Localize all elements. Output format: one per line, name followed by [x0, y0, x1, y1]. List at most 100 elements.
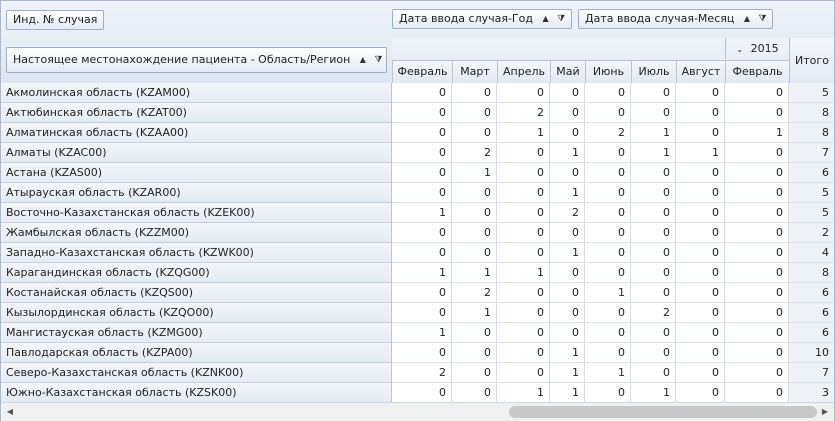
- row-header-region[interactable]: Мангистауская область (KZMG00): [1, 323, 392, 343]
- row-header-region[interactable]: Атырауская область (KZAR00): [1, 183, 392, 203]
- data-cell[interactable]: 0: [585, 143, 631, 163]
- data-cell[interactable]: 1: [550, 383, 585, 403]
- data-cell[interactable]: 0: [550, 303, 585, 323]
- data-cell[interactable]: 2: [392, 363, 452, 383]
- data-cell[interactable]: 0: [392, 303, 452, 323]
- data-cell[interactable]: 0: [631, 283, 676, 303]
- row-header-region[interactable]: Алматинская область (KZAA00): [1, 123, 392, 143]
- data-cell[interactable]: 0: [676, 263, 725, 283]
- horizontal-scrollbar[interactable]: ◀ ▶: [1, 402, 834, 421]
- month-header[interactable]: Июль: [631, 60, 676, 83]
- row-header-region[interactable]: Западно-Казахстанская область (KZWK00): [1, 243, 392, 263]
- row-header-region[interactable]: Алматы (KZAC00): [1, 143, 392, 163]
- month-header[interactable]: Апрель: [497, 60, 550, 83]
- data-cell[interactable]: 0: [676, 103, 725, 123]
- data-cell[interactable]: 0: [725, 183, 789, 203]
- data-cell[interactable]: 0: [497, 183, 550, 203]
- data-cell[interactable]: 1: [550, 183, 585, 203]
- data-cell[interactable]: 1: [452, 263, 497, 283]
- sort-asc-icon[interactable]: ▲: [360, 48, 366, 72]
- data-cell[interactable]: 0: [725, 223, 789, 243]
- row-field-chip[interactable]: Настоящее местонахождение пациента - Обл…: [6, 47, 387, 73]
- data-cell[interactable]: 2: [585, 123, 631, 143]
- data-cell[interactable]: 0: [497, 143, 550, 163]
- data-cell[interactable]: 0: [392, 103, 452, 123]
- data-cell[interactable]: 0: [631, 243, 676, 263]
- data-cell[interactable]: 0: [631, 343, 676, 363]
- row-total-cell[interactable]: 7: [789, 363, 834, 383]
- data-cell[interactable]: 1: [585, 363, 631, 383]
- data-cell[interactable]: 0: [725, 243, 789, 263]
- row-total-cell[interactable]: 5: [789, 203, 834, 223]
- data-field-chip[interactable]: Инд. № случая: [6, 10, 105, 30]
- month-header[interactable]: Февраль: [392, 60, 452, 83]
- data-cell[interactable]: 1: [725, 123, 789, 143]
- data-cell[interactable]: 0: [585, 103, 631, 123]
- data-cell[interactable]: 0: [631, 363, 676, 383]
- month-header[interactable]: Март: [452, 60, 497, 83]
- data-cell[interactable]: 0: [676, 363, 725, 383]
- data-cell[interactable]: 0: [392, 123, 452, 143]
- data-cell[interactable]: 1: [550, 243, 585, 263]
- row-total-cell[interactable]: 4: [789, 243, 834, 263]
- row-header-region[interactable]: Жамбылская область (KZZM00): [1, 223, 392, 243]
- data-cell[interactable]: 0: [452, 343, 497, 363]
- row-total-cell[interactable]: 7: [789, 143, 834, 163]
- row-total-cell[interactable]: 6: [789, 323, 834, 343]
- data-cell[interactable]: 0: [452, 123, 497, 143]
- data-cell[interactable]: 1: [497, 263, 550, 283]
- data-cell[interactable]: 0: [452, 103, 497, 123]
- data-cell[interactable]: 0: [585, 303, 631, 323]
- collapse-chevron-icon[interactable]: ⌄: [736, 45, 743, 54]
- data-cell[interactable]: 0: [392, 143, 452, 163]
- data-cell[interactable]: 0: [676, 123, 725, 143]
- data-cell[interactable]: 0: [631, 223, 676, 243]
- row-header-region[interactable]: Южно-Казахстанская область (KZSK00): [1, 383, 392, 403]
- sort-asc-icon[interactable]: ▲: [744, 10, 750, 28]
- year-header[interactable]: ⌄ 2015: [725, 38, 789, 59]
- data-cell[interactable]: 0: [452, 243, 497, 263]
- data-cell[interactable]: 0: [497, 203, 550, 223]
- data-cell[interactable]: 0: [676, 243, 725, 263]
- data-cell[interactable]: 1: [452, 163, 497, 183]
- data-cell[interactable]: 0: [725, 263, 789, 283]
- row-total-cell[interactable]: 8: [789, 123, 834, 143]
- data-cell[interactable]: 0: [452, 323, 497, 343]
- data-cell[interactable]: 1: [631, 383, 676, 403]
- row-total-cell[interactable]: 6: [789, 303, 834, 323]
- row-total-cell[interactable]: 2: [789, 223, 834, 243]
- data-cell[interactable]: 0: [676, 283, 725, 303]
- data-cell[interactable]: 0: [452, 363, 497, 383]
- month-header[interactable]: Май: [550, 60, 585, 83]
- data-cell[interactable]: 0: [676, 163, 725, 183]
- data-cell[interactable]: 0: [392, 383, 452, 403]
- data-cell[interactable]: 1: [392, 203, 452, 223]
- filter-icon[interactable]: ⧩: [759, 10, 767, 28]
- row-header-region[interactable]: Актюбинская область (KZAT00): [1, 103, 392, 123]
- data-cell[interactable]: 2: [452, 283, 497, 303]
- data-cell[interactable]: 0: [452, 223, 497, 243]
- row-total-cell[interactable]: 8: [789, 103, 834, 123]
- data-cell[interactable]: 0: [676, 83, 725, 103]
- data-cell[interactable]: 0: [497, 283, 550, 303]
- data-cell[interactable]: 0: [452, 183, 497, 203]
- row-total-cell[interactable]: 6: [789, 283, 834, 303]
- data-cell[interactable]: 0: [497, 223, 550, 243]
- row-header-region[interactable]: Восточно-Казахстанская область (KZEK00): [1, 203, 392, 223]
- data-cell[interactable]: 0: [392, 343, 452, 363]
- data-cell[interactable]: 0: [392, 163, 452, 183]
- data-cell[interactable]: 0: [550, 223, 585, 243]
- data-cell[interactable]: 0: [676, 223, 725, 243]
- data-cell[interactable]: 0: [631, 203, 676, 223]
- data-cell[interactable]: 0: [585, 183, 631, 203]
- row-header-region[interactable]: Акмолинская область (KZAM00): [1, 83, 392, 103]
- data-cell[interactable]: 1: [585, 283, 631, 303]
- data-cell[interactable]: 0: [631, 103, 676, 123]
- data-cell[interactable]: 1: [497, 123, 550, 143]
- col-field-month-chip[interactable]: Дата ввода случая-Месяц ▲ ⧩: [578, 9, 773, 29]
- data-cell[interactable]: 0: [725, 83, 789, 103]
- data-cell[interactable]: 2: [452, 143, 497, 163]
- data-cell[interactable]: 0: [452, 83, 497, 103]
- scroll-right-icon[interactable]: ▶: [817, 404, 833, 420]
- sort-asc-icon[interactable]: ▲: [542, 10, 548, 28]
